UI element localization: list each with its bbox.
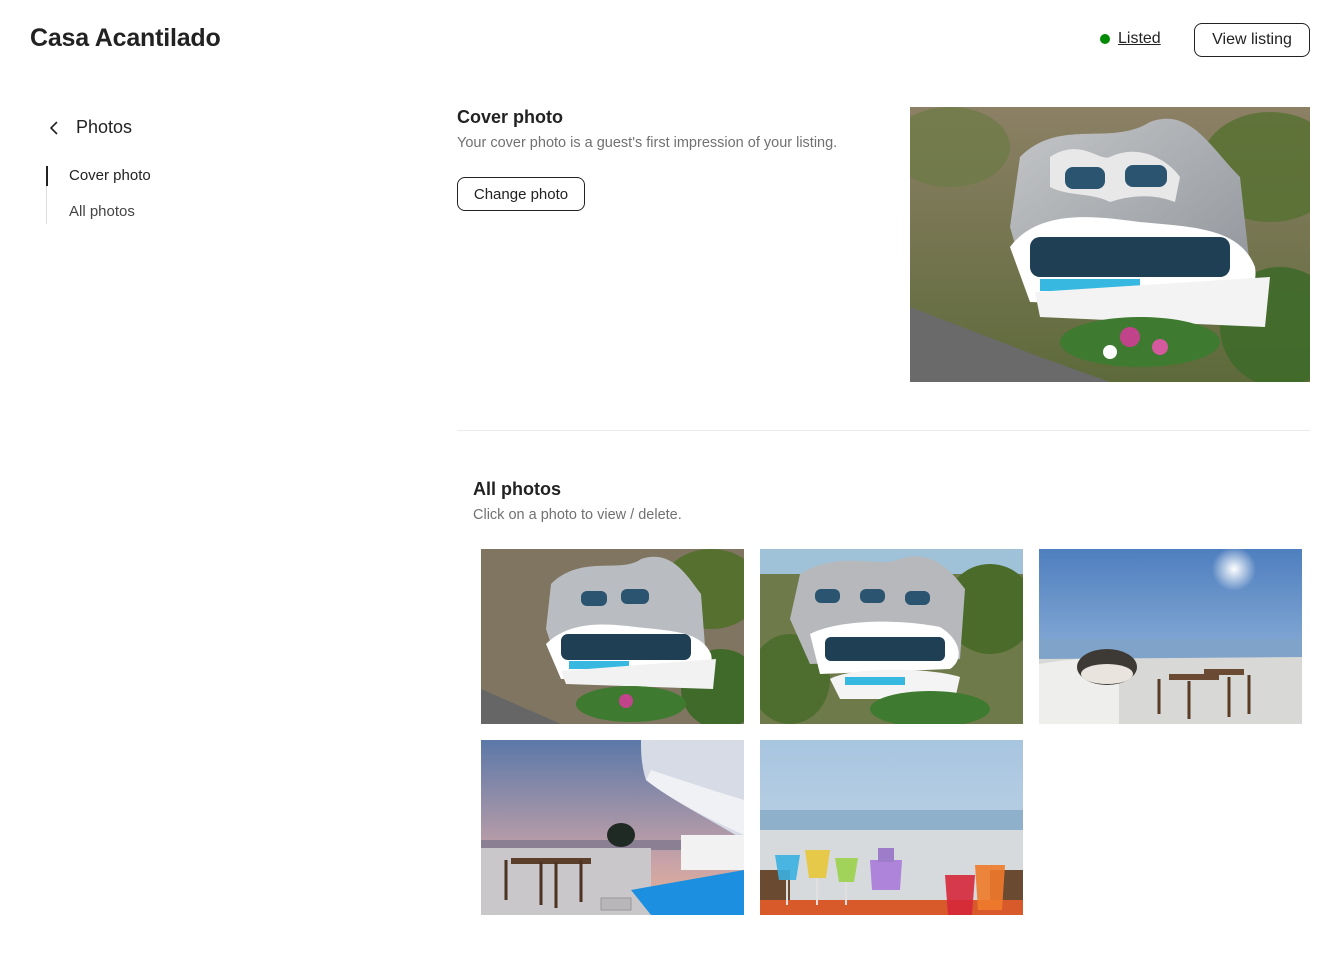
- chevron-left-icon: [46, 120, 62, 136]
- sidebar-item-all-photos[interactable]: All photos: [46, 196, 246, 232]
- cover-photo-image: [910, 107, 1310, 382]
- view-listing-button[interactable]: View listing: [1194, 23, 1310, 57]
- listing-title: Casa Acantilado: [30, 24, 221, 52]
- photo-thumbnail[interactable]: [481, 549, 744, 724]
- listing-status[interactable]: Listed: [1100, 30, 1161, 48]
- change-photo-button[interactable]: Change photo: [457, 177, 585, 211]
- photo-thumbnail[interactable]: [760, 740, 1023, 915]
- sidebar-section-title: Photos: [76, 117, 133, 137]
- status-link[interactable]: Listed: [1118, 30, 1161, 48]
- status-dot-icon: [1100, 34, 1110, 44]
- sidebar-item-cover-photo[interactable]: Cover photo: [46, 160, 246, 196]
- sidebar-subnav: Cover photo All photos: [46, 160, 246, 232]
- all-photos-heading: All photos: [473, 479, 561, 499]
- cover-photo-heading: Cover photo: [457, 107, 563, 127]
- cover-photo-description: Your cover photo is a guest's first impr…: [457, 135, 838, 151]
- photo-thumbnail[interactable]: [481, 740, 744, 915]
- back-to-photos-button[interactable]: Photos: [46, 117, 132, 138]
- section-divider: [457, 430, 1310, 431]
- all-photos-description: Click on a photo to view / delete.: [473, 507, 682, 523]
- photo-thumbnail[interactable]: [760, 549, 1023, 724]
- photo-thumbnail[interactable]: [1039, 549, 1302, 724]
